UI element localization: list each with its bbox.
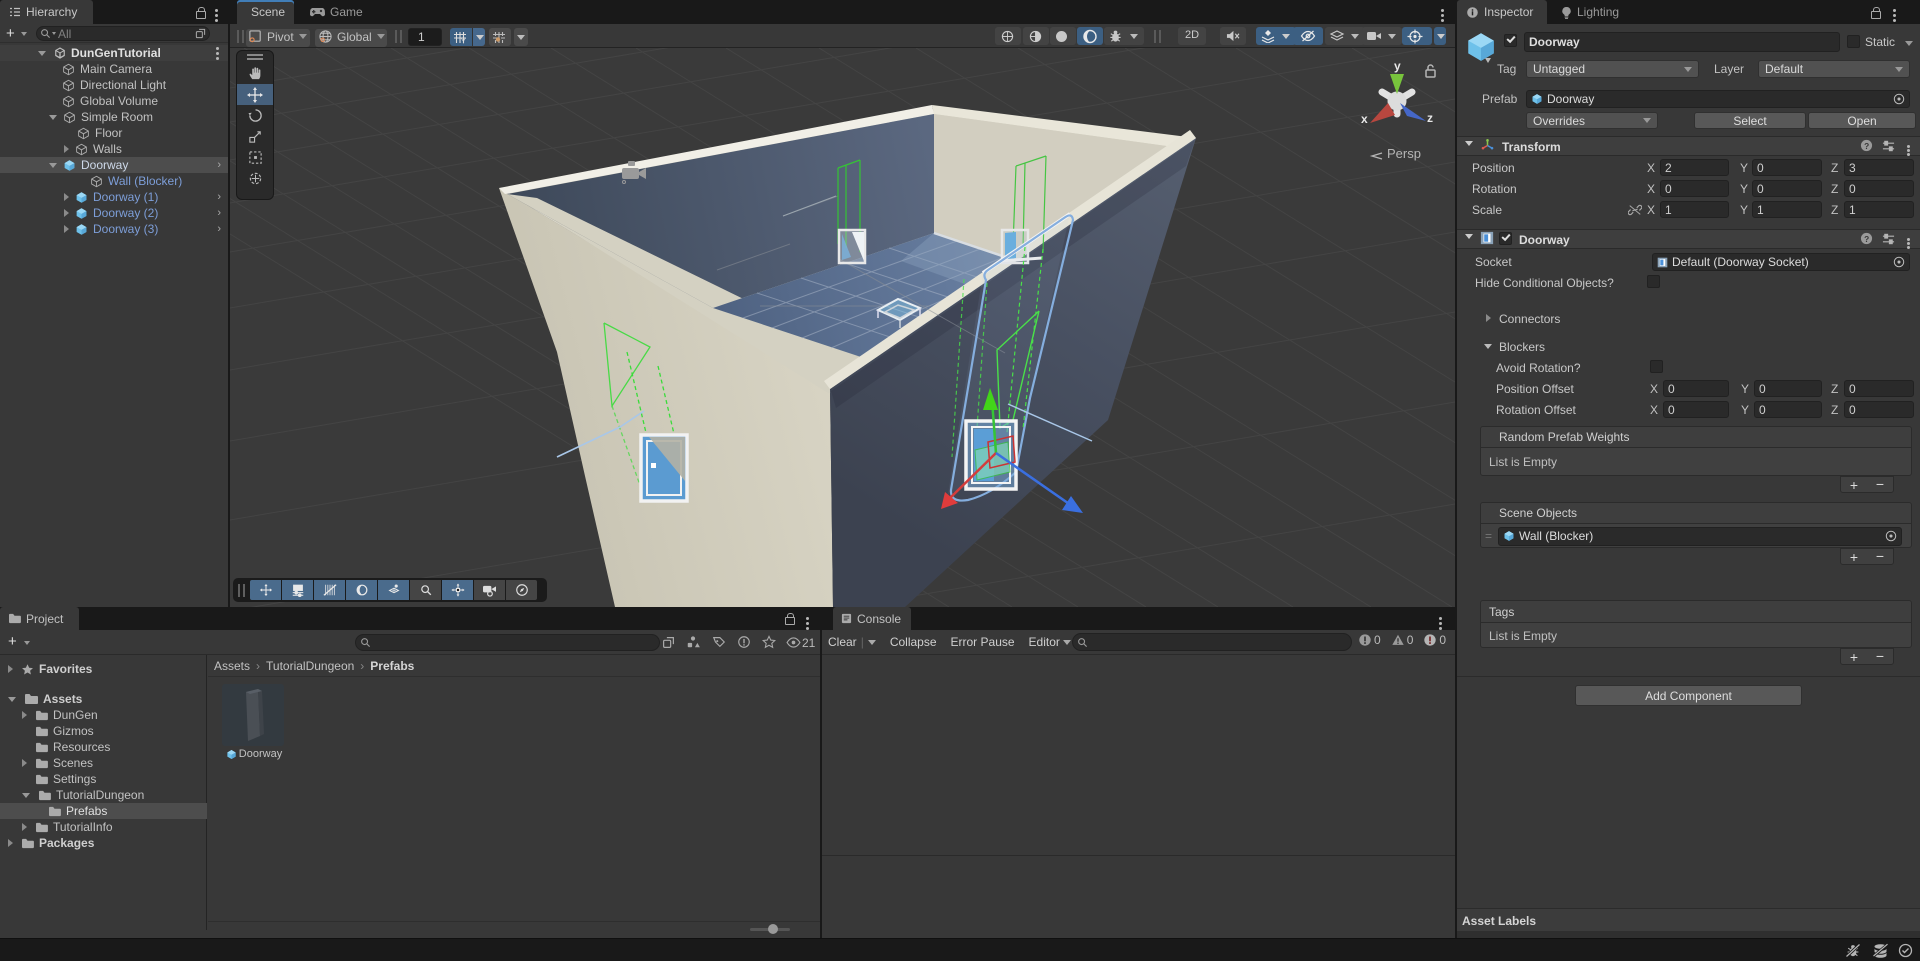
svg-text:?: ?	[1864, 141, 1869, 151]
svg-text:z: z	[1427, 111, 1433, 125]
svg-text:y: y	[1394, 59, 1401, 73]
svg-text:Persp: Persp	[1387, 146, 1421, 161]
svg-text:?: ?	[1864, 234, 1869, 244]
svg-text:Y: Y	[461, 39, 466, 45]
svg-text:x: x	[1361, 112, 1368, 126]
